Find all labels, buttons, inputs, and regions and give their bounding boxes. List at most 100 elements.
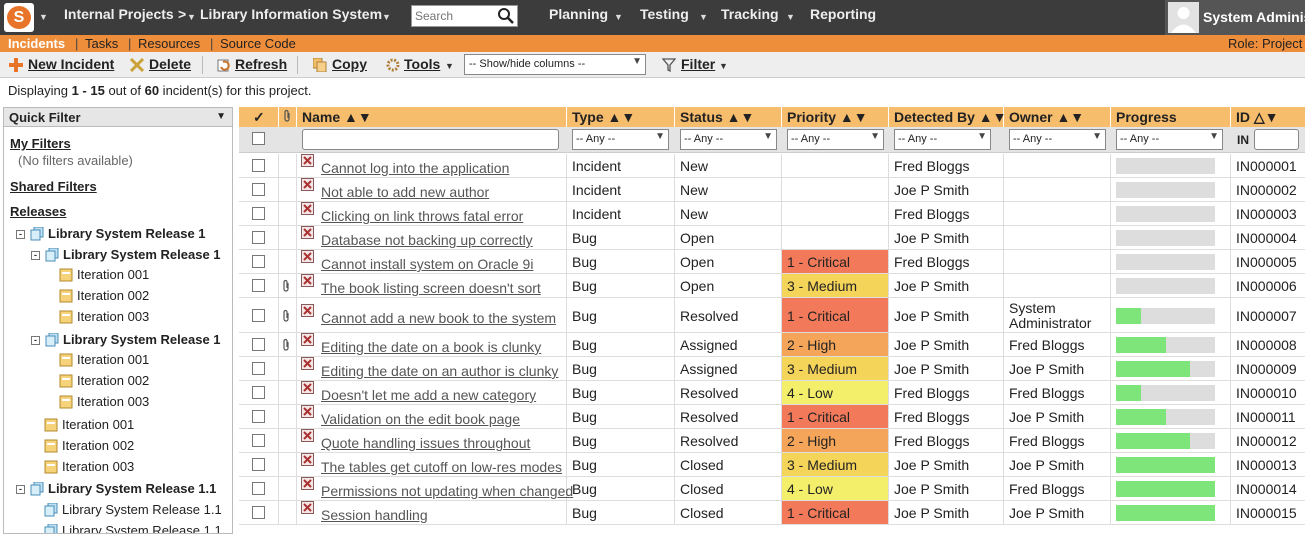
incident-name-link[interactable]: Cannot install system on Oracle 9i [321, 256, 533, 272]
incident-name-link[interactable]: Validation on the edit book page [321, 411, 520, 427]
row-checkbox[interactable] [252, 386, 265, 399]
detected-by-column-header[interactable]: Detected By ▲▼ [889, 107, 1007, 127]
nav-program[interactable]: Internal Projects [64, 6, 174, 22]
new-incident-button[interactable]: New Incident [28, 56, 114, 72]
row-checkbox[interactable] [252, 362, 265, 375]
shared-filters-link[interactable]: Shared Filters [10, 179, 97, 194]
tools-menu-button[interactable]: Tools [404, 56, 440, 72]
progress-filter-select[interactable]: -- Any -- ▼ [1116, 129, 1223, 150]
status-filter-select[interactable]: -- Any -- ▼ [680, 129, 777, 150]
owner-column-header[interactable]: Owner ▲▼ [1004, 107, 1111, 127]
testing-caret-icon[interactable]: ▼ [699, 12, 708, 22]
row-checkbox[interactable] [252, 183, 265, 196]
tree-collapse-toggle[interactable]: - [16, 485, 25, 494]
search-input[interactable] [412, 6, 494, 26]
tab-source-code[interactable]: Source Code [220, 36, 296, 51]
tree-collapse-toggle[interactable]: - [16, 230, 25, 239]
priority-filter-select[interactable]: -- Any -- ▼ [787, 129, 884, 150]
menu-reporting[interactable]: Reporting [810, 6, 876, 22]
incident-name-link[interactable]: Session handling [321, 507, 428, 523]
menu-tracking[interactable]: Tracking [721, 6, 779, 22]
program-caret-icon[interactable]: ▼ [187, 12, 196, 22]
table-row[interactable]: Editing the date on a book is clunky Bug A… [239, 333, 1305, 357]
table-row[interactable]: Cannot log into the application Incident N… [239, 154, 1305, 178]
row-checkbox[interactable] [252, 159, 265, 172]
status-column-header[interactable]: Status ▲▼ [675, 107, 782, 127]
tab-incidents[interactable]: Incidents [8, 36, 65, 51]
row-checkbox[interactable] [252, 434, 265, 447]
type-filter-select[interactable]: -- Any -- ▼ [572, 129, 669, 150]
incident-name-link[interactable]: The tables get cutoff on low-res modes [321, 459, 562, 475]
incident-name-link[interactable]: Cannot add a new book to the system [321, 310, 556, 326]
row-checkbox[interactable] [252, 231, 265, 244]
table-row[interactable]: Not able to add new author Incident New Joe… [239, 178, 1305, 202]
owner-filter-select[interactable]: -- Any -- ▼ [1009, 129, 1106, 150]
quick-filter-header[interactable]: Quick Filter ▼ [4, 108, 232, 127]
incident-name-link[interactable]: Clicking on link throws fatal error [321, 208, 523, 224]
incident-name-link[interactable]: Editing the date on an author is clunky [321, 363, 558, 379]
tools-caret-icon[interactable]: ▼ [445, 61, 454, 71]
select-all-header[interactable]: ✓ [239, 107, 279, 127]
filter-button[interactable]: Filter [681, 56, 715, 72]
table-row[interactable]: Session handling Bug Closed 1 - Critical Joe… [239, 501, 1305, 525]
id-filter-input[interactable] [1254, 129, 1299, 150]
table-row[interactable]: Doesn't let me add a new category Bug Reso… [239, 381, 1305, 405]
row-checkbox[interactable] [252, 207, 265, 220]
project-caret-icon[interactable]: ▼ [382, 12, 391, 22]
incident-name-link[interactable]: Not able to add new author [321, 184, 489, 200]
table-row[interactable]: Quote handling issues throughout Bug Resol… [239, 429, 1305, 453]
releases-link[interactable]: Releases [10, 204, 66, 219]
row-checkbox[interactable] [252, 458, 265, 471]
table-row[interactable]: Cannot add a new book to the system Bug Re… [239, 298, 1305, 333]
table-row[interactable]: Cannot install system on Oracle 9i Bug Ope… [239, 250, 1305, 274]
detected-by-filter-select[interactable]: -- Any -- ▼ [894, 129, 991, 150]
table-row[interactable]: Editing the date on an author is clunky B… [239, 357, 1305, 381]
table-row[interactable]: The book listing screen doesn't sort Bug O… [239, 274, 1305, 298]
progress-column-header[interactable]: Progress [1111, 107, 1231, 127]
incident-name-link[interactable]: Doesn't let me add a new category [321, 387, 536, 403]
tree-collapse-toggle[interactable]: - [31, 251, 40, 260]
name-filter-input[interactable] [302, 129, 559, 150]
type-column-header[interactable]: Type ▲▼ [567, 107, 675, 127]
planning-caret-icon[interactable]: ▼ [614, 12, 623, 22]
incident-name-link[interactable]: Editing the date on a book is clunky [321, 339, 541, 355]
filter-caret-icon[interactable]: ▼ [719, 61, 728, 71]
tracking-caret-icon[interactable]: ▼ [786, 12, 795, 22]
show-hide-columns-select[interactable]: -- Show/hide columns -- ▼ [464, 54, 646, 75]
menu-planning[interactable]: Planning [549, 6, 608, 22]
collapse-caret-icon[interactable]: ▼ [216, 111, 226, 122]
priority-column-header[interactable]: Priority ▲▼ [782, 107, 889, 127]
table-row[interactable]: Permissions not updating when changed Bug… [239, 477, 1305, 501]
copy-button[interactable]: Copy [332, 56, 367, 72]
row-checkbox[interactable] [252, 255, 265, 268]
paperclip-icon[interactable] [281, 309, 291, 326]
row-checkbox[interactable] [252, 338, 265, 351]
my-filters-link[interactable]: My Filters [10, 136, 71, 151]
name-column-header[interactable]: Name ▲▼ [297, 107, 567, 127]
table-row[interactable]: Clicking on link throws fatal error Incid… [239, 202, 1305, 226]
user-profile[interactable]: System Administrator [1165, 0, 1305, 35]
table-row[interactable]: The tables get cutoff on low-res modes Bu… [239, 453, 1305, 477]
table-row[interactable]: Database not backing up correctly Bug Open… [239, 226, 1305, 250]
row-checkbox[interactable] [252, 410, 265, 423]
incident-name-link[interactable]: Database not backing up correctly [321, 232, 533, 248]
search-icon[interactable] [497, 7, 515, 25]
tab-tasks[interactable]: Tasks [85, 36, 118, 51]
nav-project[interactable]: Library Information System [200, 6, 382, 22]
delete-button[interactable]: Delete [149, 56, 191, 72]
tree-collapse-toggle[interactable]: - [31, 336, 40, 345]
incident-name-link[interactable]: Quote handling issues throughout [321, 435, 530, 451]
table-row[interactable]: Validation on the edit book page Bug Resol… [239, 405, 1305, 429]
row-checkbox[interactable] [252, 279, 265, 292]
id-column-header[interactable]: ID △▼ [1231, 107, 1305, 127]
row-checkbox[interactable] [252, 506, 265, 519]
incident-name-link[interactable]: Cannot log into the application [321, 160, 509, 176]
row-checkbox[interactable] [252, 309, 265, 322]
incident-name-link[interactable]: Permissions not updating when changed [321, 483, 573, 499]
refresh-button[interactable]: Refresh [235, 56, 287, 72]
incident-name-link[interactable]: The book listing screen doesn't sort [321, 280, 541, 296]
select-all-checkbox[interactable] [252, 132, 265, 145]
paperclip-icon[interactable] [281, 338, 291, 355]
paperclip-icon[interactable] [281, 279, 291, 296]
row-checkbox[interactable] [252, 482, 265, 495]
